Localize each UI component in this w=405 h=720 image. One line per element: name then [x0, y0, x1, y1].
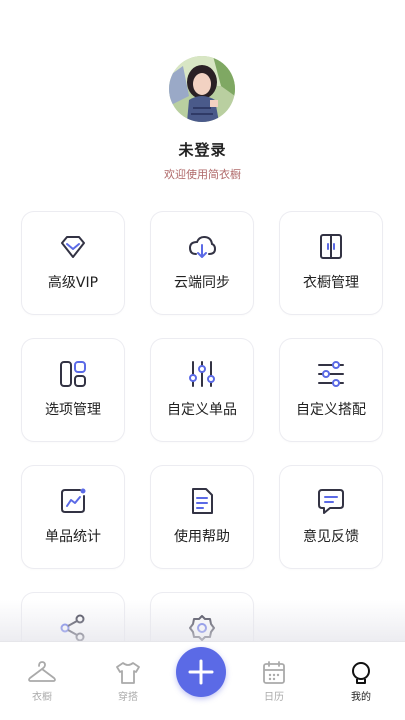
calendar-icon	[263, 661, 285, 684]
welcome-text: 欢迎使用简衣橱	[164, 168, 241, 181]
tab-label: 日历	[264, 692, 284, 703]
profile-bulb-icon	[352, 662, 370, 684]
username-label[interactable]: 未登录	[0, 139, 405, 160]
hanger-icon	[28, 661, 56, 682]
menu-item-statistics[interactable]: 单品统计	[22, 466, 124, 568]
menu-item-label: 意见反馈	[303, 529, 359, 545]
tab-mine[interactable]: 我的	[331, 660, 391, 716]
menu-item-label: 自定义搭配	[296, 402, 366, 418]
diamond-icon	[61, 236, 85, 258]
tab-label: 衣橱	[32, 692, 52, 703]
menu-item-label: 单品统计	[45, 529, 101, 545]
menu-item-label: 云端同步	[174, 275, 230, 291]
menu-item-feedback[interactable]: 意见反馈	[280, 466, 382, 568]
menu-item-vip[interactable]: 高级VIP	[22, 212, 124, 314]
profile-header: 未登录 欢迎使用简衣橱	[0, 0, 405, 200]
tab-outfit[interactable]: 穿搭	[98, 660, 158, 716]
help-doc-icon	[192, 488, 213, 514]
menu-item-help[interactable]: 使用帮助	[151, 466, 253, 568]
plus-icon	[188, 659, 214, 685]
tab-wardrobe[interactable]: 衣橱	[12, 660, 72, 716]
menu-item-label: 使用帮助	[174, 529, 230, 545]
menu-item-label: 选项管理	[45, 402, 101, 418]
options-grid-icon	[60, 361, 86, 387]
tab-label: 我的	[351, 692, 371, 703]
cloud-sync-icon	[188, 235, 217, 258]
feedback-icon	[318, 489, 344, 514]
menu-item-label: 衣橱管理	[303, 275, 359, 291]
menu-item-custom-outfit[interactable]: 自定义搭配	[280, 339, 382, 441]
sliders-icon	[189, 361, 215, 387]
tshirt-icon	[116, 662, 140, 684]
menu-item-custom-item[interactable]: 自定义单品	[151, 339, 253, 441]
wardrobe-icon	[320, 234, 342, 259]
menu-item-label: 自定义单品	[167, 402, 237, 418]
menu-item-wardrobe[interactable]: 衣橱管理	[280, 212, 382, 314]
tab-label: 穿搭	[118, 692, 138, 703]
menu-item-label: 高级VIP	[47, 275, 99, 291]
tab-calendar[interactable]: 日历	[244, 660, 304, 716]
avatar[interactable]	[169, 56, 235, 122]
menu-item-options[interactable]: 选项管理	[22, 339, 124, 441]
add-button[interactable]	[176, 647, 226, 697]
menu-item-cloud-sync[interactable]: 云端同步	[151, 212, 253, 314]
chart-icon	[61, 488, 86, 513]
filter-lines-icon	[318, 361, 344, 387]
